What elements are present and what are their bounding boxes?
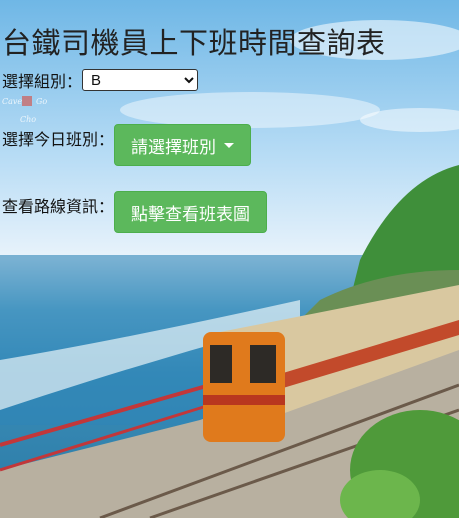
view-schedule-chart-button[interactable]: 點擊查看班表圖 (114, 191, 268, 233)
svg-text:Cho: Cho (20, 115, 36, 124)
group-select[interactable]: B (82, 69, 199, 91)
group-row: 選擇組別： B (2, 68, 199, 92)
route-label: 查看路線資訊： (2, 197, 115, 216)
page-title: 台鐵司機員上下班時間查詢表 (2, 26, 386, 60)
view-schedule-chart-button-label: 點擊查看班表圖 (131, 204, 251, 225)
watermark-logo: Cave Go Cho (0, 92, 62, 128)
route-row: 查看路線資訊： 點擊查看班表圖 (2, 191, 268, 233)
svg-text:Cave: Cave (2, 97, 22, 106)
caret-down-icon (224, 142, 235, 148)
select-shift-button-label: 請選擇班別 (131, 137, 217, 158)
select-shift-button[interactable]: 請選擇班別 (114, 124, 252, 166)
group-label: 選擇組別： (2, 72, 83, 91)
shift-label: 選擇今日班別： (2, 130, 115, 149)
shift-row: 選擇今日班別： 請選擇班別 (2, 124, 252, 166)
svg-text:Go: Go (36, 97, 47, 106)
